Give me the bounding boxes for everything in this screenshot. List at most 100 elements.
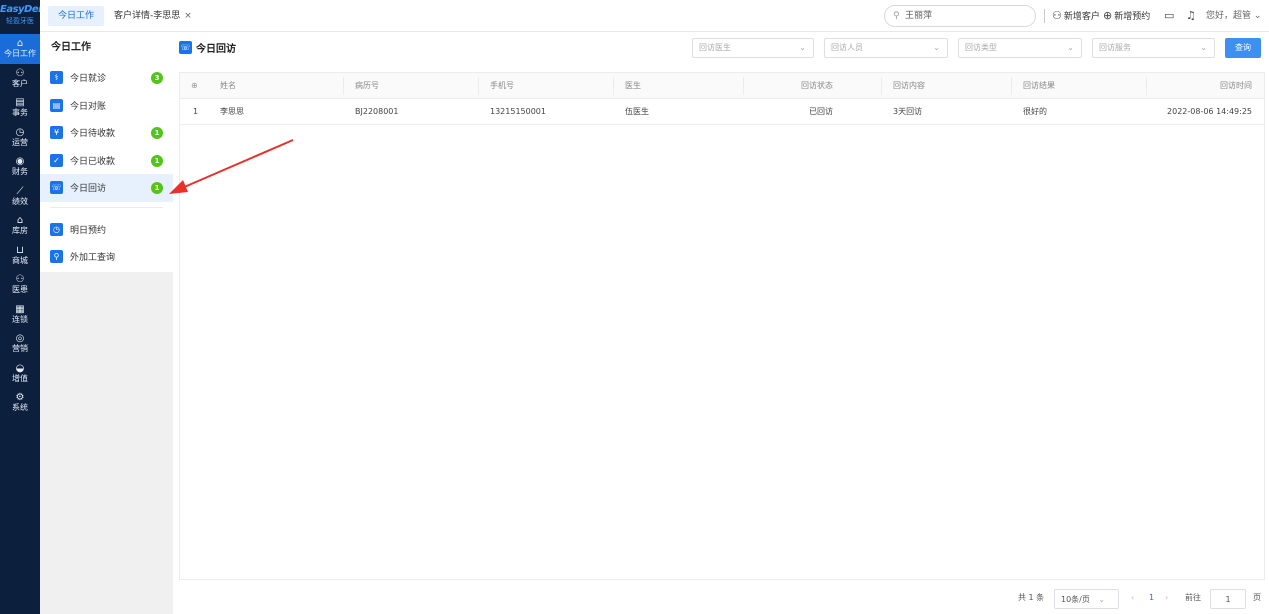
divider [1044, 9, 1045, 23]
home-icon: ⌂ [16, 38, 24, 50]
divider [50, 202, 163, 208]
expand-icon[interactable]: ⊕ [191, 73, 198, 99]
new-appointment-label: 新增预约 [1114, 12, 1151, 22]
nav-item[interactable]: ◒ 增值 [0, 359, 40, 389]
sub-menu-item[interactable]: ⚕ 今日就诊 3 [40, 64, 173, 92]
nav-item-label: 运营 [12, 137, 28, 147]
marketing-icon: ◎ [15, 333, 25, 345]
table-row[interactable]: 1 李思思 BJ2208001 13215150001 伍医生 已回访 3天回访 很好的 202… [180, 99, 1264, 125]
sub-menu-item[interactable]: ▤ 今日对账 [40, 92, 173, 120]
nav-item-label: 绩效 [12, 196, 28, 206]
new-appointment-button[interactable]: ⊕ 新增预约 [1103, 9, 1150, 24]
search-input[interactable]: ⚲ 王丽萍 [884, 5, 1036, 27]
pending-payment-icon: ¥ [50, 126, 63, 140]
chevron-down-icon: ⌄ [1253, 11, 1262, 21]
column-header: 病历号 [355, 81, 379, 90]
query-button[interactable]: 查询 [1225, 38, 1261, 58]
current-page[interactable]: 1 [1149, 588, 1154, 608]
nav-item-label: 增值 [12, 373, 28, 383]
sub-menu-item[interactable]: ⚲ 外加工查询 [40, 243, 173, 271]
count-badge: 3 [151, 72, 163, 84]
service-select[interactable]: 回访服务 ⌄ [1092, 38, 1215, 58]
received-payment-icon: ✓ [50, 153, 63, 167]
table-cell-content: 3天回访 [893, 107, 923, 116]
page-size-value: 10条/页 [1061, 595, 1090, 604]
sub-menu-item[interactable]: ✓ 今日已收款 1 [40, 147, 173, 175]
sub-menu-item[interactable]: ☏ 今日回访 1 [40, 174, 173, 202]
money-icon: ◉ [15, 156, 25, 168]
new-customer-label: 新增客户 [1063, 12, 1100, 22]
type-select[interactable]: 回访类型 ⌄ [958, 38, 1082, 58]
total-count: 共 1 条 [1018, 593, 1045, 602]
ledger-icon: ▤ [50, 98, 63, 112]
table-cell-name: 李思思 [220, 107, 244, 116]
bell-icon: ♫ [1186, 9, 1196, 22]
chain-icon: ▦ [15, 303, 25, 315]
logo: EasyDent 轻盈牙医 [0, 0, 40, 34]
goto-page-input[interactable]: 1 [1210, 589, 1246, 609]
pagination: 共 1 条 10条/页 ⌄ ‹ 1 › 前往 1 页 [173, 588, 1269, 609]
cart-icon: ⊔ [16, 244, 24, 256]
column-divider [613, 77, 614, 95]
top-bar: 今日工作 客户详情-李思思 × ⚲ 王丽萍 ⚇ 新增客户 ⊕ 新增预约 ▭ ♫ 您好，… [40, 0, 1269, 32]
nav-item-label: 系统 [12, 403, 28, 413]
nav-item[interactable]: ⌂ 库房 [0, 211, 40, 241]
outsourcing-icon: ⚲ [50, 250, 63, 264]
nav-item[interactable]: ⚇ 医患 [0, 270, 40, 300]
add-user-icon: ⚇ [1052, 9, 1062, 22]
nav-item[interactable]: ⟋ 绩效 [0, 182, 40, 212]
goto-label: 前往 [1185, 593, 1201, 602]
column-divider [743, 77, 744, 95]
column-header: 医生 [625, 81, 641, 90]
tab-label: 客户详情-李思思 [114, 11, 181, 21]
nav-item[interactable]: ◉ 财务 [0, 152, 40, 182]
column-header: 回访时间 [1220, 81, 1252, 90]
sub-menu-item-label: 今日对账 [70, 101, 107, 112]
column-divider [478, 77, 479, 95]
gear-icon: ⚙ [15, 392, 25, 404]
column-header: 回访状态 [801, 81, 833, 90]
nav-item-label: 医患 [12, 285, 28, 295]
sub-menu-item-label: 今日回访 [70, 184, 107, 195]
nav-item-label: 今日工作 [4, 49, 36, 59]
nav-item[interactable]: ▤ 事务 [0, 93, 40, 123]
sub-menu: 今日工作 ⚕ 今日就诊 3 ▤ 今日对账 ¥ 今日待收款 1 ✓ 今日已收款 1 ☏ 今日回访 1 ◷ 明日… [40, 32, 173, 614]
column-header: 手机号 [490, 81, 514, 90]
nav-item[interactable]: ⚙ 系统 [0, 388, 40, 418]
sub-menu-item[interactable]: ¥ 今日待收款 1 [40, 119, 173, 147]
notification-button[interactable]: ♫ [1186, 9, 1198, 24]
nav-item-label: 财务 [12, 167, 28, 177]
page-suffix: 页 [1253, 593, 1261, 602]
nav-item-label: 库房 [12, 226, 28, 236]
doctor-select[interactable]: 回访医生 ⌄ [692, 38, 814, 58]
close-icon[interactable]: × [184, 11, 192, 21]
page-size-select[interactable]: 10条/页 ⌄ [1054, 589, 1119, 609]
column-divider [881, 77, 882, 95]
nav-item[interactable]: ⚇ 客户 [0, 64, 40, 94]
next-page-button[interactable]: › [1165, 588, 1168, 608]
nav-item[interactable]: ◷ 运营 [0, 123, 40, 153]
sub-menu-item-label: 今日已收款 [70, 156, 116, 167]
logo-subtitle: 轻盈牙医 [6, 17, 34, 25]
row-index: 1 [193, 107, 199, 116]
column-divider [1146, 77, 1147, 95]
sub-menu-item[interactable]: ◷ 明日预约 [40, 216, 173, 244]
tab-customer-detail[interactable]: 客户详情-李思思 × [104, 6, 202, 26]
nav-item[interactable]: ◎ 营销 [0, 329, 40, 359]
nav-item[interactable]: ⌂ 今日工作 [0, 34, 40, 64]
staff-select[interactable]: 回访人员 ⌄ [824, 38, 948, 58]
tab-today-work[interactable]: 今日工作 [48, 6, 105, 26]
table-cell-phone: 13215150001 [490, 107, 546, 116]
user-menu[interactable]: 您好，超管 ⌄ [1206, 9, 1261, 23]
add-appointment-icon: ⊕ [1103, 9, 1113, 22]
tab-label: 今日工作 [58, 11, 95, 21]
nav-item[interactable]: ⊔ 商城 [0, 241, 40, 271]
nav-item[interactable]: ▦ 连锁 [0, 300, 40, 330]
message-button[interactable]: ▭ [1164, 9, 1176, 24]
follow-up-table: ⊕ 姓名 病历号 手机号 医生 回访状态 回访内容 回访结果 回访时间 1 李思思 BJ22080… [179, 72, 1265, 580]
new-customer-button[interactable]: ⚇ 新增客户 [1052, 9, 1100, 24]
count-badge: 1 [151, 127, 163, 139]
service-select-placeholder: 回访服务 [1099, 43, 1131, 52]
sub-menu-item-label: 今日待收款 [70, 129, 116, 140]
prev-page-button[interactable]: ‹ [1131, 588, 1134, 608]
